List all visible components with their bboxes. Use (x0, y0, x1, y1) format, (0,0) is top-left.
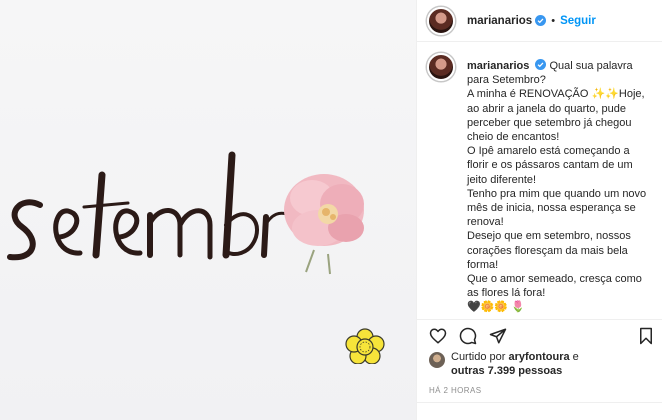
verified-badge-icon (535, 59, 547, 70)
author-avatar[interactable] (427, 6, 455, 35)
post-image[interactable] (0, 0, 416, 420)
header-separator: • (551, 14, 556, 27)
bookmark-icon[interactable] (637, 327, 655, 345)
comment-icon[interactable] (459, 327, 477, 345)
post-header: marianarios • Seguir (417, 0, 662, 42)
post-caption: marianarios Qual sua palavra para Setemb… (467, 59, 652, 315)
comment-divider (417, 402, 662, 403)
caption-line: Desejo que em setembro, nossos corações … (467, 230, 631, 271)
action-bar (417, 320, 662, 350)
post-side-panel: marianarios • Seguir marianarios Qual su… (417, 0, 662, 420)
caption-line: Tenho pra mim que quando um novo mês de … (467, 187, 647, 229)
verified-badge-icon (535, 15, 547, 26)
caption-line: O Ipê amarelo está começando a florir e … (467, 145, 633, 186)
liked-others-link[interactable]: outras 7.399 pessoas (451, 365, 562, 377)
caption-line: A minha é RENOVAÇÃO ✨✨Hoje, ao abrir a j… (467, 88, 645, 144)
pink-flower (284, 174, 364, 275)
heart-icon[interactable] (429, 327, 447, 345)
caption-line: Que o amor semeado, cresça como as flore… (467, 273, 642, 300)
liked-prefix: Curtido por (451, 351, 506, 363)
yellow-flower-sticker (345, 328, 385, 364)
liked-user-link[interactable]: aryfontoura (508, 351, 569, 363)
follow-button[interactable]: Seguir (560, 15, 596, 27)
post-timestamp[interactable]: HÁ 2 HORAS (429, 386, 481, 395)
liked-by: Curtido por aryfontoura e outras 7.399 p… (429, 350, 659, 380)
author-username[interactable]: marianarios (467, 15, 532, 27)
liked-and: e (572, 351, 579, 363)
paper-plane-icon[interactable] (489, 327, 507, 345)
liked-by-text: Curtido por aryfontoura e outras 7.399 p… (451, 350, 579, 380)
caption-username[interactable]: marianarios (467, 60, 529, 72)
liker-avatar[interactable] (429, 352, 445, 368)
caption-area: marianarios Qual sua palavra para Setemb… (417, 43, 662, 319)
caption-emojis: 🖤🌼🌼 🌷 (467, 301, 525, 314)
caption-author-avatar[interactable] (427, 53, 455, 81)
